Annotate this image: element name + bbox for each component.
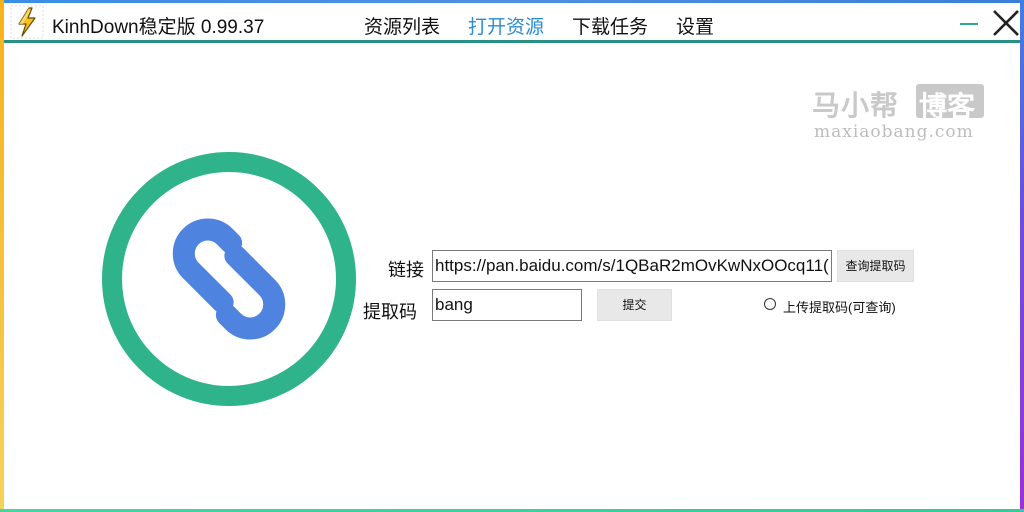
tab-open-resource[interactable]: 打开资源 — [468, 12, 544, 39]
close-icon — [993, 10, 1019, 36]
watermark-cn: 马小帮 — [812, 90, 900, 121]
window-border-right — [1020, 0, 1024, 512]
tab-settings[interactable]: 设置 — [676, 12, 714, 39]
link-input[interactable] — [432, 250, 832, 282]
minimize-button[interactable] — [956, 7, 982, 37]
code-label: 提取码 — [363, 302, 417, 322]
query-code-button[interactable]: 查询提取码 — [837, 250, 914, 282]
title-bar[interactable]: KinhDown稳定版 0.99.37 资源列表 打开资源 下载任务 设置 — [4, 3, 1020, 40]
submit-button[interactable]: 提交 — [597, 289, 672, 321]
radio-circle-icon[interactable] — [764, 298, 776, 310]
link-label: 链接 — [388, 260, 424, 280]
close-button[interactable] — [990, 7, 1022, 39]
tab-download-tasks[interactable]: 下载任务 — [572, 12, 648, 39]
watermark-en: maxiaobang.com — [814, 122, 974, 142]
title-bar-divider — [4, 40, 1020, 43]
minimize-icon — [960, 23, 978, 25]
watermark-box-text: 博客 — [919, 91, 976, 122]
upload-code-radio-label: 上传提取码(可查询) — [783, 300, 896, 315]
chain-link-icon — [100, 151, 360, 411]
main-nav: 资源列表 打开资源 下载任务 设置 — [4, 12, 1020, 40]
watermark-box: 博客 — [916, 84, 984, 122]
watermark: 马小帮 博客 maxiaobang.com — [812, 84, 988, 144]
window-border-left — [0, 0, 4, 512]
tab-resource-list[interactable]: 资源列表 — [364, 12, 440, 39]
extract-code-input[interactable] — [432, 289, 582, 321]
app-window: KinhDown稳定版 0.99.37 资源列表 打开资源 下载任务 设置 马小… — [0, 0, 1024, 512]
